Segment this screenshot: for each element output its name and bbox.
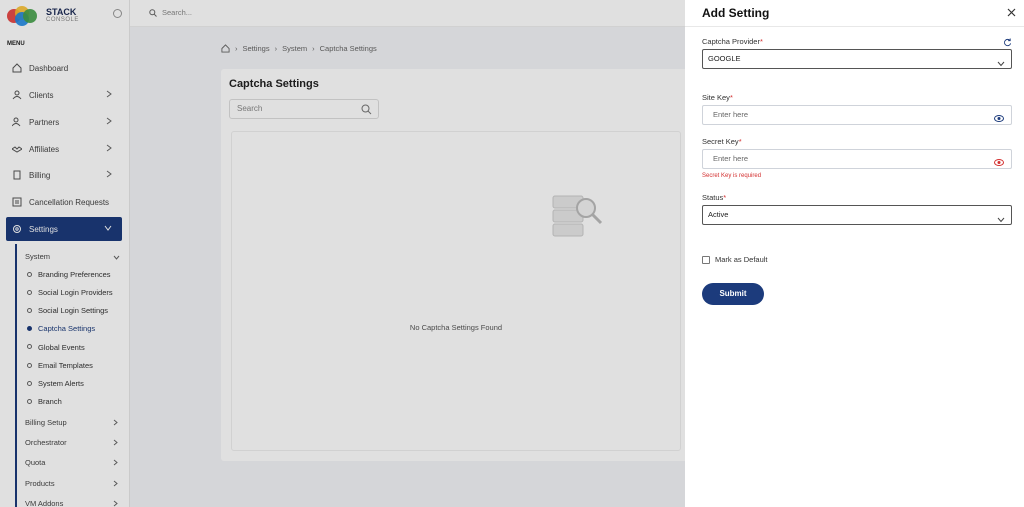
site-key-placeholder: Enter here [713, 110, 749, 119]
required-mark: * [729, 93, 733, 102]
mark-as-default-checkbox[interactable]: Mark as Default [702, 255, 768, 264]
eye-icon[interactable] [994, 111, 1004, 129]
captcha-provider-select[interactable]: GOOGLE [702, 49, 1012, 69]
captcha-provider-label-text: Captcha Provider [702, 37, 760, 46]
status-label: Status* [702, 193, 726, 202]
secret-key-error: Secret Key is required [702, 173, 762, 179]
mark-as-default-label: Mark as Default [715, 255, 768, 264]
status-label-text: Status [702, 193, 724, 202]
required-mark: * [723, 193, 727, 202]
secret-key-label: Secret Key* [702, 137, 742, 146]
chevron-down-icon [997, 212, 1005, 230]
secret-key-label-text: Secret Key [702, 137, 739, 146]
refresh-icon[interactable] [1003, 38, 1012, 49]
required-mark: * [738, 137, 742, 146]
secret-key-placeholder: Enter here [713, 154, 749, 163]
site-key-label: Site Key* [702, 93, 733, 102]
site-key-input[interactable]: Enter here [702, 105, 1012, 125]
secret-key-input[interactable]: Enter here [702, 149, 1012, 169]
drawer-title: Add Setting [702, 6, 770, 20]
add-setting-drawer: Add Setting Captcha Provider* GOOGLE Sit… [685, 0, 1024, 507]
submit-button[interactable]: Submit [702, 283, 764, 305]
checkbox-icon[interactable] [702, 255, 710, 264]
captcha-provider-label: Captcha Provider* [702, 37, 763, 46]
captcha-provider-value: GOOGLE [708, 54, 741, 63]
site-key-label-text: Site Key [702, 93, 730, 102]
chevron-down-icon [997, 56, 1005, 74]
required-mark: * [759, 37, 763, 46]
status-select[interactable]: Active [702, 205, 1012, 225]
eye-icon[interactable] [994, 155, 1004, 173]
modal-overlay[interactable] [0, 0, 685, 507]
status-value: Active [708, 210, 729, 219]
close-icon[interactable] [1007, 8, 1016, 19]
